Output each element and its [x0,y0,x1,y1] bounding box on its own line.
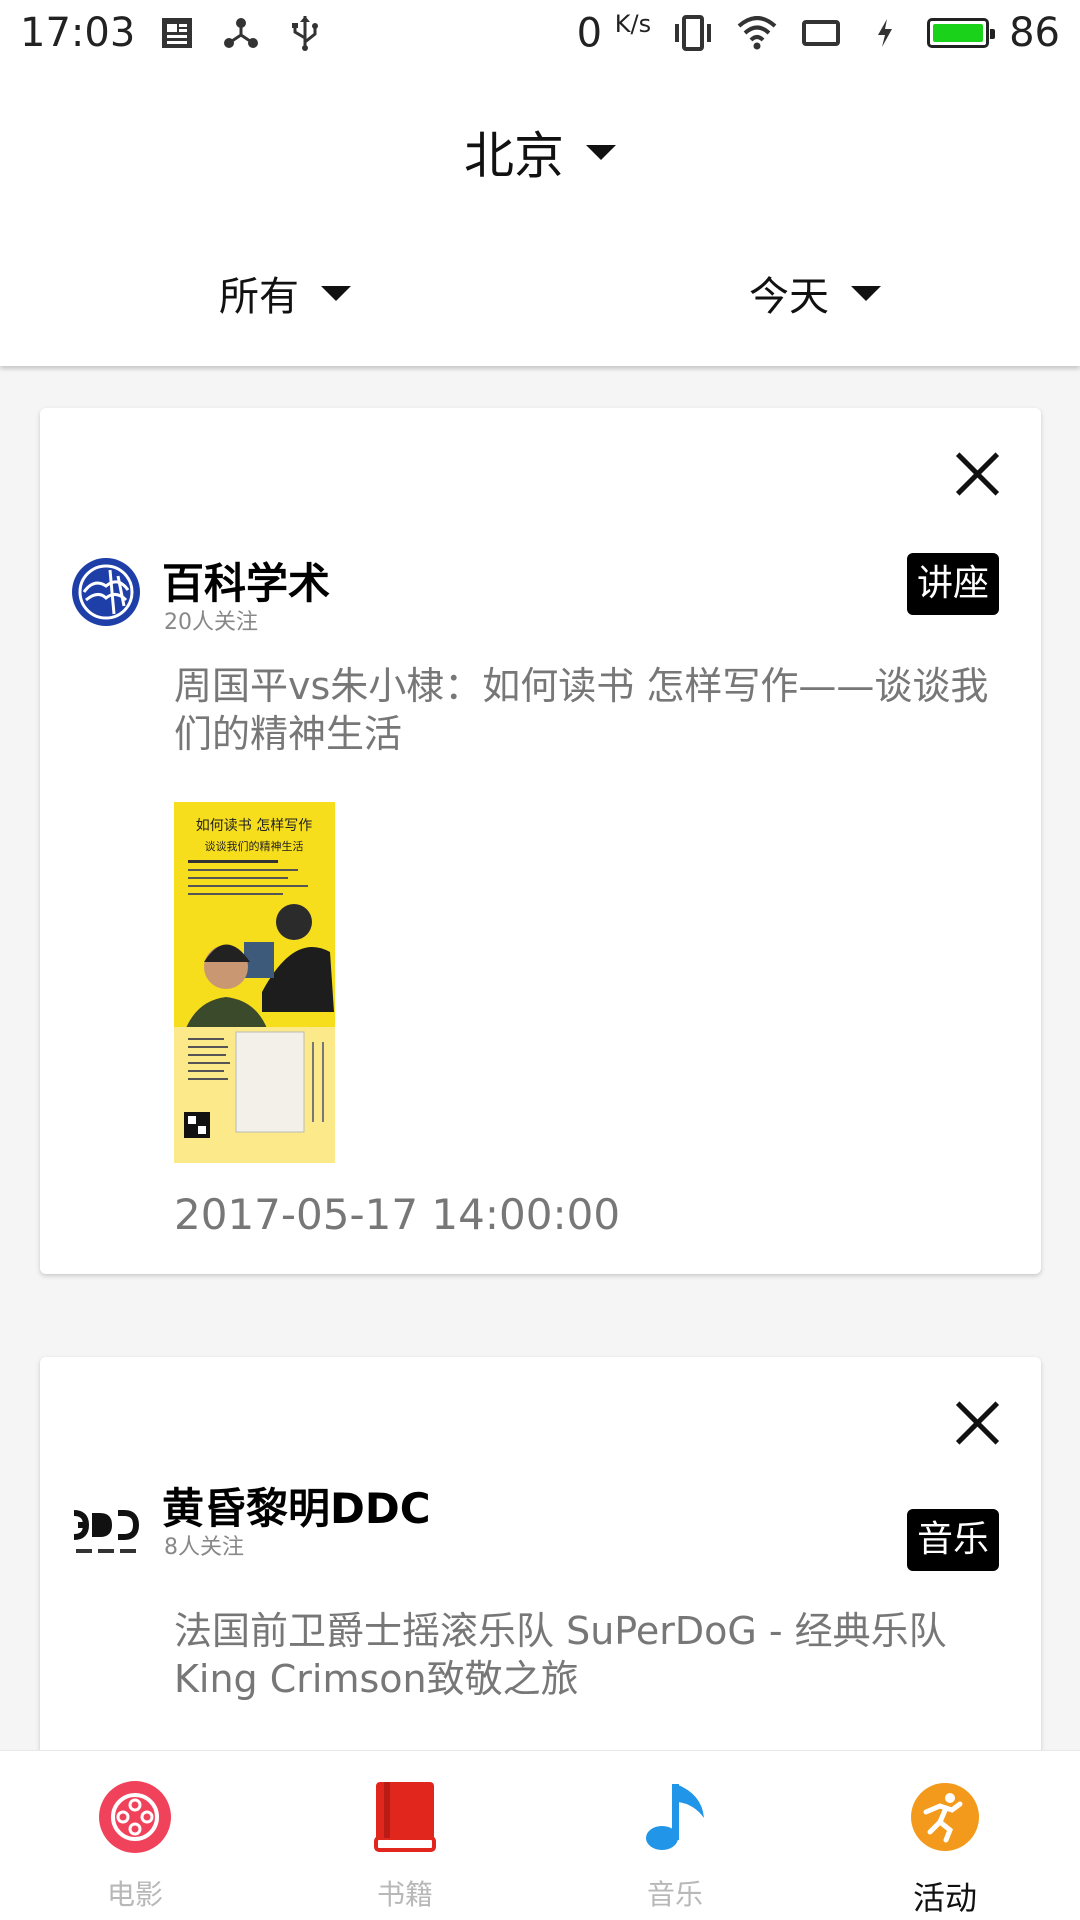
bottom-nav: 电影 书籍 音乐 活动 [0,1750,1080,1920]
nav-label: 电影 [106,1878,163,1911]
wifi-icon [735,11,779,55]
event-datetime: 2017-05-17 14:00:00 [174,1190,621,1239]
event-title[interactable]: 周国平vs朱小棣：如何读书 怎样写作——谈谈我们的精神生活 [174,662,1001,758]
org-followers: 20人关注 [164,610,258,635]
music-note-icon [637,1779,713,1855]
chevron-down-icon [321,285,351,301]
org-logo[interactable] [70,556,142,628]
date-filter[interactable]: 今天 [550,264,1080,322]
event-title[interactable]: 法国前卫爵士摇滚乐队 SuPerDoG - 经典乐队King Crimson致敬… [174,1607,1001,1703]
usb-icon [283,11,327,55]
share-icon [219,11,263,55]
nav-label: 活动 [912,1879,977,1917]
chevron-down-icon [851,285,881,301]
nav-item-movies[interactable]: 电影 [0,1751,270,1920]
book-icon [367,1779,443,1855]
vibrate-icon [671,11,715,55]
close-icon[interactable] [955,1401,999,1445]
status-bar-left: 17:03 [20,10,327,56]
notification-icon [155,11,199,55]
category-tag: 音乐 [906,1509,999,1571]
city-selector[interactable]: 北京 [0,116,1080,188]
activity-runner-icon [907,1779,983,1855]
status-time: 17:03 [20,10,136,56]
nav-item-books[interactable]: 书籍 [270,1751,540,1920]
poster-line2: 谈谈我们的精神生活 [205,839,304,853]
charging-icon [863,11,907,55]
battery-icon [927,17,996,48]
category-filter[interactable]: 所有 [0,264,550,322]
nav-item-music[interactable]: 音乐 [540,1751,810,1920]
org-name[interactable]: 黄昏黎明DDC [162,1475,431,1536]
filter-bar: 所有 今天 [0,264,1080,322]
org-logo[interactable] [70,1505,142,1565]
category-filter-label: 所有 [219,274,299,320]
nav-label: 音乐 [646,1878,703,1911]
city-label: 北京 [464,127,564,185]
org-name[interactable]: 百科学术 [162,550,330,611]
status-bar-right: 0 K/s 86 [577,10,1060,56]
nav-item-activities[interactable]: 活动 [810,1751,1080,1920]
net-speed: 0 K/s [576,9,652,57]
status-bar: 17:03 0 K/s 86 [0,0,1080,66]
chevron-down-icon [586,144,616,160]
org-followers: 8人关注 [164,1535,244,1560]
category-tag: 讲座 [906,553,999,615]
movie-reel-icon [97,1779,173,1855]
close-icon[interactable] [955,452,999,496]
battery-level: 86 [1009,9,1060,56]
poster-line1: 如何读书 怎样写作 [196,817,312,834]
screen-icon [799,11,843,55]
nav-label: 书籍 [376,1878,433,1911]
header: 北京 所有 今天 [0,66,1080,366]
date-filter-label: 今天 [749,274,829,320]
event-card[interactable]: 百科学术 20人关注 讲座 周国平vs朱小棣：如何读书 怎样写作——谈谈我们的精… [40,408,1041,1274]
event-poster[interactable]: 如何读书 怎样写作 谈谈我们的精神生活 [174,802,335,1163]
